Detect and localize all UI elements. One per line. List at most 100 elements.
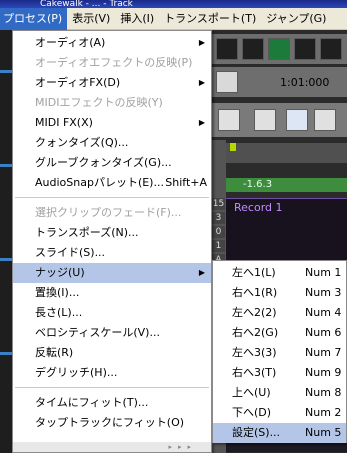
- menu-bar: プロセス(P) 表示(V) 挿入(I) トランスポート(T) ジャンプ(G): [0, 8, 347, 30]
- menu-item-quantize[interactable]: クォンタイズ(Q)...: [13, 133, 211, 153]
- menu-item-replace[interactable]: 置換(I)...: [13, 283, 211, 303]
- submenu-item-shortcut: Num 2: [305, 406, 342, 419]
- submenu-arrow-icon: ▶: [198, 38, 205, 47]
- nudge-right-3[interactable]: 右へ3(T) Num 9: [213, 363, 346, 383]
- menu-item-deglitch[interactable]: デグリッチ(H)...: [13, 363, 211, 383]
- track-row-marker: [0, 164, 12, 167]
- track-row-marker: [0, 70, 12, 73]
- submenu-item-label: 下へ(D): [232, 406, 272, 419]
- playhead-marker[interactable]: [230, 143, 236, 151]
- menu-jump[interactable]: ジャンプ(G): [261, 8, 331, 30]
- submenu-arrow-icon: ▶: [198, 118, 205, 127]
- menu-item-label: タップトラックにフィット(O): [35, 416, 185, 429]
- submenu-item-label: 右へ1(R): [232, 286, 278, 299]
- menu-item-label: 選択クリップのフェード(F)...: [35, 206, 182, 219]
- track-number: 15: [212, 198, 225, 210]
- nudge-up[interactable]: 上へ(U) Num 8: [213, 383, 346, 403]
- menu-item-length[interactable]: 長さ(L)...: [13, 303, 211, 323]
- submenu-item-shortcut: Num 6: [305, 326, 342, 339]
- menu-item-label: MIDI FX(X): [35, 116, 93, 129]
- menu-transport[interactable]: トランスポート(T): [159, 8, 261, 30]
- process-menu: オーディオ(A) ▶ オーディオエフェクトの反映(P) オーディオFX(D) ▶…: [12, 30, 212, 453]
- nudge-left-3[interactable]: 左へ3(3) Num 7: [213, 343, 346, 363]
- record-button[interactable]: [242, 38, 264, 60]
- window-title-bar: Cakewalk - ... - Track: [0, 0, 347, 8]
- track-row-marker: [0, 352, 12, 355]
- track-number: 3: [212, 212, 225, 224]
- menu-item-clip-fade[interactable]: 選択クリップのフェード(F)...: [13, 203, 211, 223]
- submenu-item-label: 左へ3(3): [232, 346, 277, 359]
- menu-item-apply-midi-effect[interactable]: MIDIエフェクトの反映(Y): [13, 93, 211, 113]
- menu-item-shortcut: Shift+A: [165, 176, 207, 189]
- move-tool-icon[interactable]: [314, 109, 336, 131]
- nudge-settings[interactable]: 設定(S)... Num 5: [213, 423, 346, 443]
- menu-item-fit-to-tap-track[interactable]: タップトラックにフィット(O): [13, 413, 211, 433]
- power-icon[interactable]: [268, 38, 290, 60]
- menu-item-audiosnap-palette[interactable]: AudioSnapパレット(E)... Shift+A: [13, 173, 211, 193]
- time-readout: 1:01:000: [280, 76, 330, 89]
- menu-item-nudge[interactable]: ナッジ(U) ▶: [13, 263, 211, 283]
- metronome-button[interactable]: [294, 38, 316, 60]
- menu-item-reverse[interactable]: 反転(R): [13, 343, 211, 363]
- menu-insert[interactable]: 挿入(I): [115, 8, 159, 30]
- menu-item-label: ベロシティスケール(V)...: [35, 326, 160, 339]
- submenu-item-label: 設定(S)...: [232, 426, 281, 439]
- track-number: 1: [212, 240, 225, 252]
- menu-item-velocity-scale[interactable]: ベロシティスケール(V)...: [13, 323, 211, 343]
- submenu-item-shortcut: Num 1: [305, 266, 342, 279]
- menu-item-label: グルーブクォンタイズ(G)...: [35, 156, 172, 169]
- nudge-left-2[interactable]: 左へ2(2) Num 4: [213, 303, 346, 323]
- menu-item-slide[interactable]: スライド(S)...: [13, 243, 211, 263]
- menu-item-label: 置換(I)...: [35, 286, 80, 299]
- menu-view[interactable]: 表示(V): [67, 8, 115, 30]
- menu-scroll-footer[interactable]: ▸▸▸: [13, 442, 211, 452]
- nudge-submenu: 左へ1(L) Num 1 右へ1(R) Num 3 左へ2(2) Num 4 右…: [212, 260, 347, 443]
- menu-separator: [15, 387, 209, 389]
- submenu-item-label: 左へ1(L): [232, 266, 276, 279]
- transport-toolbar: [210, 34, 347, 64]
- submenu-item-label: 右へ2(G): [232, 326, 279, 339]
- menu-item-transpose[interactable]: トランスポーズ(N)...: [13, 223, 211, 243]
- submenu-item-label: 右へ3(T): [232, 366, 277, 379]
- marker-clip-label: -1.6.3: [243, 179, 273, 190]
- menu-item-label: 反転(R): [35, 346, 74, 359]
- snap-icon[interactable]: [216, 71, 238, 93]
- submenu-item-label: 左へ2(2): [232, 306, 277, 319]
- nudge-down[interactable]: 下へ(D) Num 2: [213, 403, 346, 423]
- menu-item-fit-to-time[interactable]: タイムにフィット(T)...: [13, 393, 211, 413]
- menu-item-label: タイムにフィット(T)...: [35, 396, 149, 409]
- submenu-item-shortcut: Num 8: [305, 386, 342, 399]
- nudge-left-1[interactable]: 左へ1(L) Num 1: [213, 263, 346, 283]
- menu-item-label: 長さ(L)...: [35, 306, 83, 319]
- menu-item-groove-quantize[interactable]: グルーブクォンタイズ(G)...: [13, 153, 211, 173]
- track-strip: [0, 30, 12, 453]
- menu-item-label: ナッジ(U): [35, 266, 85, 279]
- select-tool-icon[interactable]: [286, 109, 308, 131]
- submenu-item-shortcut: Num 4: [305, 306, 342, 319]
- menu-item-apply-audio-effect[interactable]: オーディオエフェクトの反映(P): [13, 53, 211, 73]
- menu-item-label: MIDIエフェクトの反映(Y): [35, 96, 163, 109]
- submenu-item-shortcut: Num 7: [305, 346, 342, 359]
- menu-item-label: スライド(S)...: [35, 246, 106, 259]
- menu-item-label: デグリッチ(H)...: [35, 366, 118, 379]
- menu-item-label: クォンタイズ(Q)...: [35, 136, 129, 149]
- track-number: 0: [212, 226, 225, 238]
- submenu-item-label: 上へ(U): [232, 386, 271, 399]
- skip-end-button[interactable]: [216, 38, 238, 60]
- menu-item-audio[interactable]: オーディオ(A) ▶: [13, 33, 211, 53]
- submenu-arrow-icon: ▶: [198, 268, 205, 277]
- menu-item-label: オーディオエフェクトの反映(P): [35, 56, 193, 69]
- erase-tool-icon[interactable]: [254, 109, 276, 131]
- timeline-ruler[interactable]: [226, 143, 347, 163]
- loop-button[interactable]: [320, 38, 342, 60]
- menu-item-audio-fx[interactable]: オーディオFX(D) ▶: [13, 73, 211, 93]
- nudge-right-1[interactable]: 右へ1(R) Num 3: [213, 283, 346, 303]
- menu-item-midi-fx[interactable]: MIDI FX(X) ▶: [13, 113, 211, 133]
- menu-separator: [15, 197, 209, 199]
- draw-tool-icon[interactable]: [218, 109, 240, 131]
- submenu-arrow-icon: ▶: [198, 78, 205, 87]
- menu-item-label: AudioSnapパレット(E)...: [35, 176, 164, 189]
- menu-item-label: オーディオFX(D): [35, 76, 121, 89]
- nudge-right-2[interactable]: 右へ2(G) Num 6: [213, 323, 346, 343]
- menu-process[interactable]: プロセス(P): [0, 8, 68, 30]
